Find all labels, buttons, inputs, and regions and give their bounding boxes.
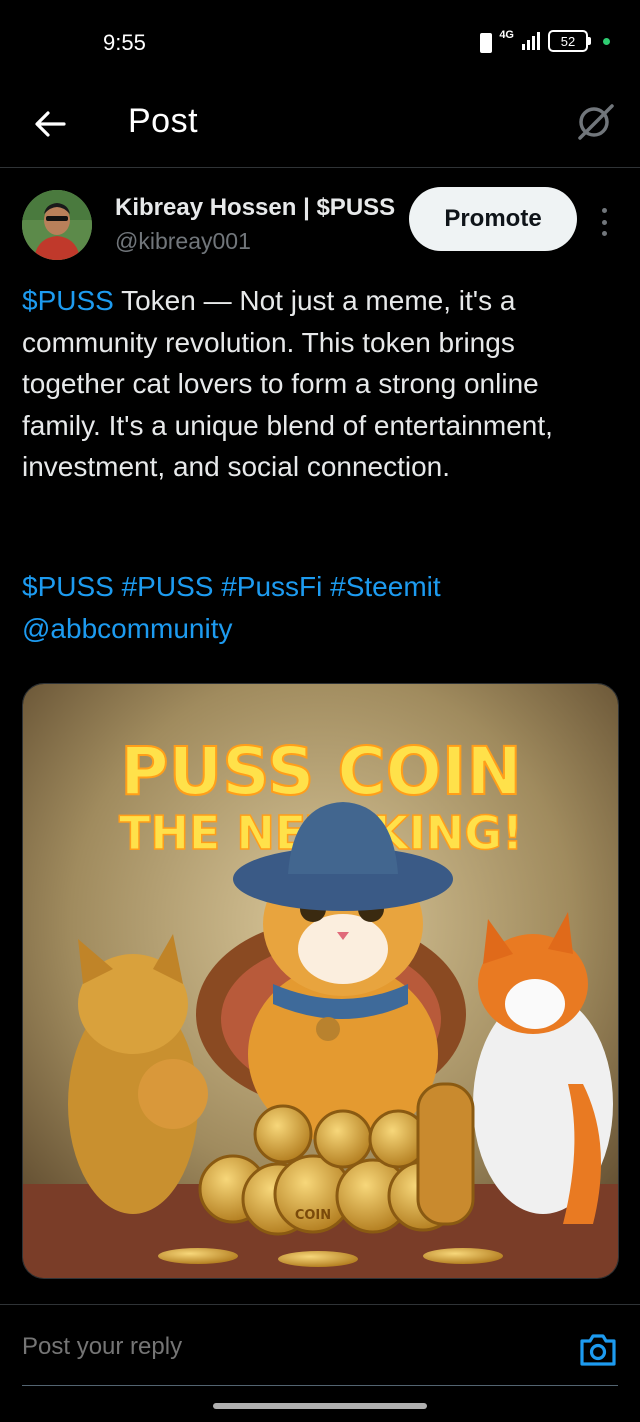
reply-divider (22, 1385, 618, 1386)
status-time: 9:55 (103, 30, 146, 55)
vibrate-icon (477, 32, 493, 53)
reply-input[interactable] (22, 1333, 542, 1361)
hashtag-link[interactable]: $PUSS (22, 571, 114, 602)
battery-level: 52 (548, 30, 588, 52)
grok-icon (578, 104, 614, 140)
hashtag-link[interactable]: #Steemit (330, 571, 441, 602)
more-vertical-icon (601, 208, 607, 213)
status-icons: 4G 52 (477, 28, 610, 53)
post-image[interactable]: PUSS COIN THE NEW KING! COIN (22, 683, 619, 1279)
status-bar: 9:55 4G 52 (0, 0, 640, 86)
signal-icon (522, 32, 540, 50)
reply-bar (0, 1304, 640, 1386)
camera-button[interactable] (578, 1331, 618, 1369)
network-type-label: 4G (499, 28, 514, 41)
camera-icon (580, 1334, 616, 1366)
back-button[interactable] (28, 102, 72, 146)
image-headline-line1: PUSS COIN (120, 733, 521, 810)
page-title: Post (128, 102, 199, 140)
avatar[interactable] (22, 190, 92, 260)
hashtag-link[interactable]: #PussFi (221, 571, 322, 602)
cashtag-link[interactable]: $PUSS (22, 285, 114, 316)
coin-label: COIN (295, 1208, 331, 1223)
author-handle[interactable]: @kibreay001 (115, 228, 251, 255)
post-hashtags: $PUSS #PUSS #PussFi #Steemit @abbcommuni… (22, 566, 622, 649)
more-options-button[interactable] (592, 204, 616, 240)
avatar-image (22, 190, 92, 260)
author-name[interactable]: Kibreay Hossen | $PUSS (115, 194, 415, 222)
post-body: $PUSS Token — Not just a meme, it's a co… (22, 280, 622, 488)
post-header: Post (0, 86, 640, 168)
status-dot (603, 37, 610, 45)
grok-button[interactable] (574, 100, 618, 144)
back-arrow-icon (35, 111, 66, 137)
puss-coin-illustration: PUSS COIN THE NEW KING! COIN (23, 684, 618, 1278)
battery-icon: 52 (548, 30, 591, 52)
promote-button[interactable]: Promote (409, 187, 577, 251)
hashtag-link[interactable]: #PUSS (122, 571, 214, 602)
mention-link[interactable]: @abbcommunity (22, 613, 233, 644)
home-indicator[interactable] (213, 1403, 427, 1409)
